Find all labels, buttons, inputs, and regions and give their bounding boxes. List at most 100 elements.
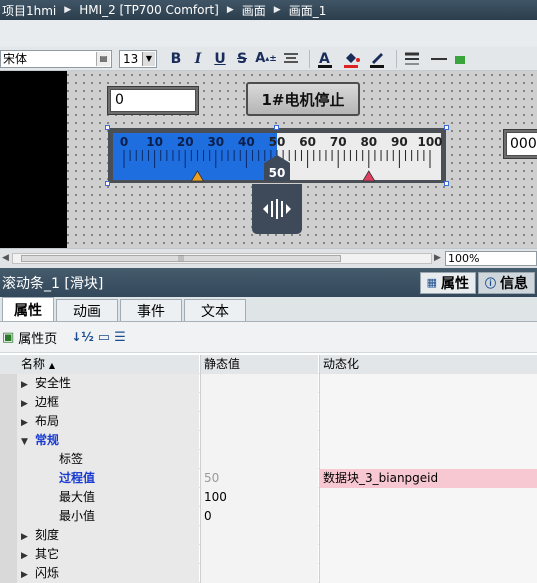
breadcrumb-device[interactable]: HMI_2 [TP700 Comfort] — [77, 3, 221, 17]
horizontal-scrollbar[interactable]: ||| — [12, 253, 432, 264]
slider-tick-label: 100 — [417, 135, 442, 149]
align-icon[interactable] — [279, 48, 305, 70]
inspector-header: 滚动条_1 [滑块] ▦ 属性 ⓘ 信息 — [0, 268, 537, 297]
slider-tick-label: 90 — [391, 135, 408, 149]
tab-animation[interactable]: 动画 — [56, 299, 118, 321]
slider-tick-label: 80 — [360, 135, 377, 149]
process-value-tag[interactable]: 数据块_3_bianpgeid — [319, 469, 537, 488]
table-row[interactable]: ▶ 刻度 — [0, 526, 537, 545]
underline-icon[interactable]: U — [209, 48, 231, 70]
font-size-value: 13 — [123, 51, 139, 66]
io-field-right[interactable]: 000 — [503, 129, 537, 159]
table-header: 名称 ▲ 静态值 动态化 — [0, 355, 537, 374]
line-color-icon[interactable] — [366, 48, 392, 70]
inspector-tab-info-label: 信息 — [500, 275, 528, 292]
slider-scale: 0 10 20 30 40 50 60 70 80 90 100 50 — [108, 128, 446, 183]
text-color-icon[interactable]: A — [314, 48, 340, 70]
toolbar-divider — [396, 49, 397, 68]
expand-right-icon[interactable]: ▶ — [21, 376, 35, 394]
chevron-right-icon: ▶ — [64, 5, 72, 15]
scrollbar-thumb[interactable]: ||| — [21, 255, 341, 262]
slider-tick-label: 50 — [269, 135, 286, 149]
slider-handle-icon[interactable] — [252, 184, 302, 234]
bold-icon[interactable]: B — [165, 48, 187, 70]
tab-events[interactable]: 事件 — [120, 299, 182, 321]
table-row[interactable]: ▶ 边框 — [0, 393, 537, 412]
list-view-icon[interactable]: ☰ — [114, 330, 126, 345]
tab-properties[interactable]: 属性 — [2, 297, 54, 321]
table-row[interactable]: ▶ 安全性 — [0, 374, 537, 393]
collapse-down-icon[interactable]: ▼ — [21, 433, 35, 451]
canvas-left-margin — [0, 71, 67, 248]
strike-icon[interactable]: S — [231, 48, 253, 70]
column-static-header[interactable]: 静态值 — [200, 355, 318, 374]
min-value-field[interactable]: 0 — [200, 507, 318, 526]
slider-tick-label: 20 — [177, 135, 194, 149]
expand-right-icon[interactable]: ▶ — [21, 547, 35, 565]
process-value-static[interactable]: 50 — [200, 469, 318, 488]
slider-tick-label: 30 — [207, 135, 224, 149]
inspector-title: 滚动条_1 [滑块] — [2, 275, 104, 292]
table-row[interactable]: 最大值 100 — [0, 488, 537, 507]
fill-color-icon[interactable] — [340, 48, 366, 70]
table-row[interactable]: ▼ 常规 — [0, 431, 537, 450]
properties-table: 名称 ▲ 静态值 动态化 ▶ 安全性 ▶ 边框 ▶ 布局 ▼ 常规 标签 过程值 50 … — [0, 355, 537, 583]
line-style-icon[interactable] — [427, 48, 451, 70]
inspector-tab-info[interactable]: ⓘ 信息 — [478, 271, 535, 294]
zoom-select[interactable]: 100% — [445, 251, 537, 266]
sort-icon[interactable]: ↓½ — [71, 330, 93, 344]
slider-tick-label: 40 — [238, 135, 255, 149]
expand-right-icon[interactable]: ▶ — [21, 528, 35, 546]
selection-handle[interactable] — [444, 125, 449, 130]
breadcrumb-project[interactable]: 项目1hmi — [0, 2, 58, 19]
scroll-right-icon[interactable]: ▶ — [434, 253, 441, 263]
chevron-right-icon: ▶ — [273, 5, 281, 15]
inspector-tab-properties[interactable]: ▦ 属性 — [419, 271, 476, 294]
motor-stop-button[interactable]: 1#电机停止 — [246, 82, 360, 116]
toolbar-divider — [309, 49, 310, 68]
selection-handle[interactable] — [105, 125, 110, 130]
table-row[interactable]: 标签 — [0, 450, 537, 469]
info-icon: ⓘ — [485, 276, 496, 290]
breadcrumb-screens[interactable]: 画面 — [240, 2, 268, 19]
properties-page-icon[interactable]: ▣ — [2, 330, 14, 345]
tab-texts[interactable]: 文本 — [184, 299, 246, 321]
expand-right-icon[interactable]: ▶ — [21, 414, 35, 432]
sort-asc-icon: ▲ — [48, 361, 55, 370]
property-subtabs: 属性 动画 事件 文本 — [0, 297, 537, 322]
slider-tick-label: 60 — [299, 135, 316, 149]
expand-right-icon[interactable]: ▶ — [21, 395, 35, 413]
selection-handle[interactable] — [105, 181, 110, 186]
line-width-icon[interactable] — [401, 48, 427, 70]
table-row[interactable]: ▶ 其它 — [0, 545, 537, 564]
text-case-icon[interactable]: A ▴ ± — [253, 48, 279, 70]
arrange-icon[interactable] — [451, 48, 471, 70]
table-row[interactable]: 最小值 0 — [0, 507, 537, 526]
table-row[interactable]: 过程值 50 数据块_3_bianpgeid — [0, 469, 537, 488]
canvas-scrollbar-area: ◀ ||| ▶ 100% — [0, 248, 537, 268]
italic-icon[interactable]: I — [187, 48, 209, 70]
slider-widget[interactable]: 0 10 20 30 40 50 60 70 80 90 100 50 — [105, 125, 449, 186]
table-row[interactable]: ▶ 闪烁 — [0, 564, 537, 583]
slider-value-label: 50 — [269, 166, 286, 180]
table-row[interactable]: ▶ 布局 — [0, 412, 537, 431]
slider-tick-label: 0 — [120, 135, 128, 149]
io-field-left[interactable]: 0 — [107, 86, 199, 115]
font-size-select[interactable]: 13 ▼ — [119, 49, 157, 68]
scroll-left-icon[interactable]: ◀ — [2, 253, 9, 263]
max-value-field[interactable]: 100 — [200, 488, 318, 507]
selection-handle[interactable] — [274, 125, 279, 130]
folder-icon[interactable]: ▭ — [98, 330, 110, 345]
chevron-down-icon[interactable]: ▼ — [142, 51, 155, 66]
column-name-header[interactable]: 名称 ▲ — [17, 355, 199, 374]
io-field-left-value: 0 — [110, 89, 196, 112]
font-select[interactable]: 宋体 ▤ — [0, 49, 112, 68]
expand-right-icon[interactable]: ▶ — [21, 566, 35, 583]
column-dynamic-header[interactable]: 动态化 — [319, 355, 537, 374]
font-picker-icon[interactable]: ▤ — [96, 51, 110, 66]
selection-handle[interactable] — [444, 181, 449, 186]
breadcrumb-screen[interactable]: 画面_1 — [287, 2, 329, 19]
properties-page-label[interactable]: 属性页 — [18, 328, 57, 347]
format-toolbar: 宋体 ▤ 13 ▼ B I U S A ▴ ± A — [0, 47, 537, 71]
screen-canvas[interactable]: 0 1#电机停止 000 0 10 20 30 40 50 60 70 80 90 100 50 — [0, 71, 537, 248]
